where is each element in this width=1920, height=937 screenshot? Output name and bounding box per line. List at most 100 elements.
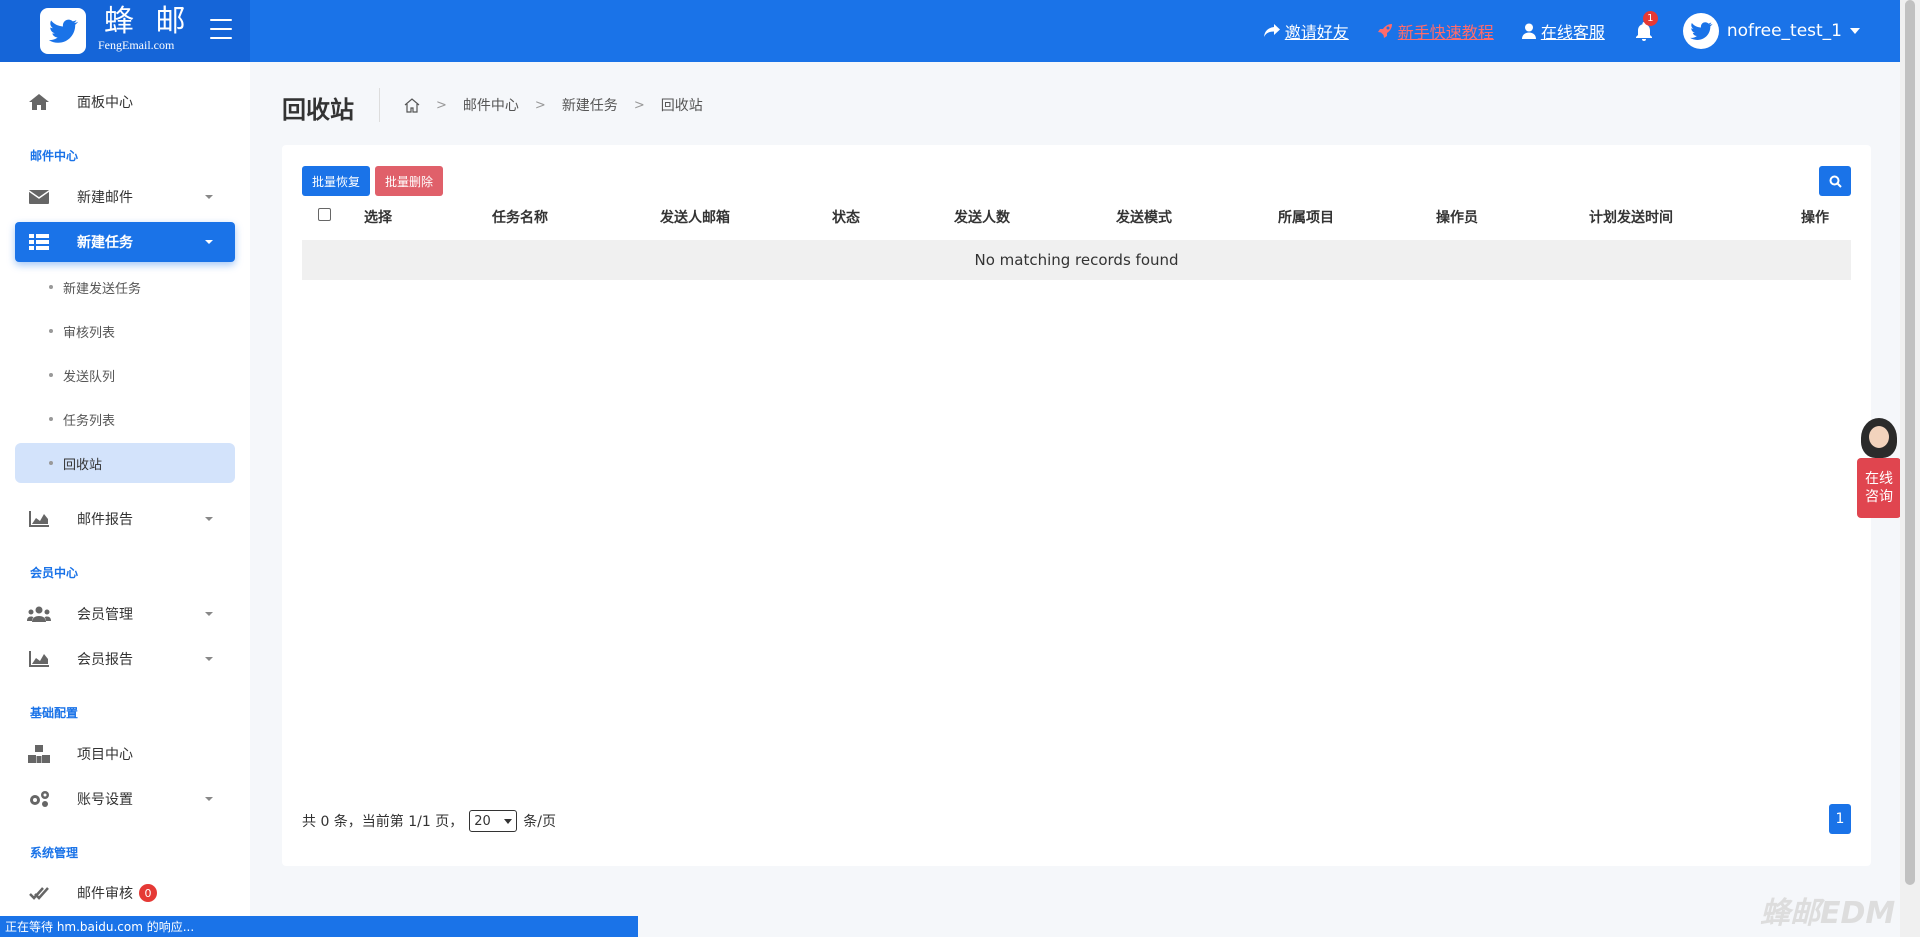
sidebar-item-member-manage[interactable]: 会员管理 xyxy=(15,594,235,634)
column-header: 操作 xyxy=(1801,210,1829,226)
scrollbar-thumb[interactable] xyxy=(1905,0,1915,885)
caret-down-icon xyxy=(205,195,213,199)
header-links: 邀请好友 新手快速教程 在线客服 1 nofree_test_1 xyxy=(1263,0,1860,62)
sidebar-subitem-label: 新建发送任务 xyxy=(63,281,142,297)
sidebar-subitem-review-list[interactable]: 审核列表 xyxy=(15,311,235,351)
column-header[interactable]: 计划发送时间 xyxy=(1589,207,1673,227)
sidebar-item-mail-report[interactable]: 邮件报告 xyxy=(15,499,235,539)
page-size-value: 20 xyxy=(474,813,491,829)
sidebar-item-account-settings[interactable]: 账号设置 xyxy=(15,779,235,819)
breadcrumb-item[interactable]: 邮件中心 xyxy=(463,95,519,115)
caret-down-icon xyxy=(205,797,213,801)
batch-delete-button[interactable]: 批量删除 xyxy=(375,166,444,196)
search-button[interactable] xyxy=(1819,166,1851,196)
column-header[interactable]: 操作员 xyxy=(1436,207,1478,227)
user-menu[interactable]: nofree_test_1 xyxy=(1682,13,1860,49)
watermark: 蜂邮EDM xyxy=(1760,896,1896,931)
avatar xyxy=(1682,13,1719,49)
empty-table-message: No matching records found xyxy=(302,240,1851,280)
rocket-icon xyxy=(1377,24,1392,38)
brand-subtitle: FengEmail.com xyxy=(98,38,175,52)
title-divider xyxy=(379,88,380,122)
sidebar-item-label: 会员管理 xyxy=(77,607,133,623)
section-label-member: 会员中心 xyxy=(30,566,79,580)
brand-area: 蜂 邮 FengEmail.com xyxy=(0,0,250,62)
username: nofree_test_1 xyxy=(1726,21,1842,41)
invite-friends-link[interactable]: 邀请好友 xyxy=(1263,19,1349,43)
page-size-select[interactable]: 20 xyxy=(469,810,518,832)
pagination-info: 共 0 条，当前第 1/1 页， 20 条/页 xyxy=(302,810,556,832)
chevron-right-icon: > xyxy=(633,97,645,113)
batch-restore-button[interactable]: 批量恢复 xyxy=(302,166,371,196)
column-header[interactable]: 所属项目 xyxy=(1278,207,1334,227)
sidebar-item-new-task[interactable]: 新建任务 xyxy=(15,222,235,262)
sidebar-item-label: 项目中心 xyxy=(77,747,133,763)
recycle-bin-card: 批量恢复 批量删除 选择 任务名称 发送人邮箱 状态 发送人数 发送模式 所属项… xyxy=(282,145,1871,866)
sidebar-subitem-label: 回收站 xyxy=(63,457,103,473)
agent-avatar xyxy=(1861,418,1897,458)
home-icon[interactable] xyxy=(404,97,420,113)
online-service-link[interactable]: 在线客服 xyxy=(1521,19,1605,43)
consult-label-line1: 在线 xyxy=(1865,471,1893,487)
envelope-icon xyxy=(27,187,51,207)
sidebar-item-label: 邮件报告 xyxy=(77,512,133,528)
gears-icon xyxy=(27,789,51,809)
sidebar-subitem-recycle-bin[interactable]: 回收站 xyxy=(15,443,235,483)
search-icon xyxy=(1829,175,1842,188)
sidebar-subitem-label: 发送队列 xyxy=(63,369,116,385)
breadcrumb: > 邮件中心 > 新建任务 > 回收站 xyxy=(404,95,703,115)
area-chart-icon xyxy=(27,509,51,529)
table-header: 选择 任务名称 发送人邮箱 状态 发送人数 发送模式 所属项目 操作员 计划发送… xyxy=(302,197,1851,233)
column-header[interactable]: 状态 xyxy=(832,207,860,227)
double-check-icon xyxy=(27,883,51,903)
sidebar-subitem-label: 任务列表 xyxy=(63,413,116,429)
page-scrollbar[interactable] xyxy=(1900,0,1920,937)
review-count-badge: 0 xyxy=(139,884,157,902)
column-header[interactable]: 发送人数 xyxy=(954,207,1010,227)
sidebar-item-project-center[interactable]: 项目中心 xyxy=(15,734,235,774)
select-all-checkbox[interactable] xyxy=(318,208,331,221)
menu-toggle-icon[interactable] xyxy=(210,19,232,39)
chevron-down-icon xyxy=(1850,28,1860,34)
notification-count-badge: 1 xyxy=(1642,11,1658,26)
share-icon xyxy=(1263,24,1280,37)
pagination-summary: 共 0 条，当前第 1/1 页， xyxy=(302,814,464,830)
sidebar-subitem-label: 审核列表 xyxy=(63,325,116,341)
section-label-system: 系统管理 xyxy=(30,846,79,860)
sidebar-item-label: 新建任务 xyxy=(77,235,133,251)
online-consult-widget[interactable]: 在线 咨询 xyxy=(1857,418,1901,518)
list-icon xyxy=(27,232,51,252)
quick-tutorial-link[interactable]: 新手快速教程 xyxy=(1377,19,1494,43)
invite-friends-label: 邀请好友 xyxy=(1284,23,1349,42)
sidebar-item-dashboard[interactable]: 面板中心 xyxy=(15,82,235,122)
browser-status-bar: 正在等待 hm.baidu.com 的响应... xyxy=(0,916,638,937)
cubes-icon xyxy=(27,744,51,764)
area-chart-icon xyxy=(27,649,51,669)
sidebar: 面板中心 邮件中心 新建邮件 新建任务 新建发送任务 审核列表 发送队列 任务列… xyxy=(0,62,250,918)
sidebar-subitem-send-queue[interactable]: 发送队列 xyxy=(15,355,235,395)
column-header[interactable]: 任务名称 xyxy=(492,207,548,227)
caret-down-icon xyxy=(205,240,213,244)
column-header[interactable]: 发送模式 xyxy=(1116,207,1172,227)
online-service-label: 在线客服 xyxy=(1540,23,1605,42)
chevron-down-icon xyxy=(504,819,513,824)
brand-logo[interactable] xyxy=(40,8,86,54)
consult-button[interactable]: 在线 咨询 xyxy=(1857,458,1901,518)
notification-bell[interactable]: 1 xyxy=(1633,11,1658,42)
brand-name: 蜂 邮 xyxy=(104,4,192,39)
sidebar-item-label: 新建邮件 xyxy=(77,190,133,206)
consult-label-line2: 咨询 xyxy=(1865,489,1893,505)
sidebar-item-member-report[interactable]: 会员报告 xyxy=(15,639,235,679)
page-button-current[interactable]: 1 xyxy=(1829,804,1851,834)
sidebar-item-new-mail[interactable]: 新建邮件 xyxy=(15,177,235,217)
column-header: 选择 xyxy=(364,210,392,226)
sidebar-subitem-task-list[interactable]: 任务列表 xyxy=(15,399,235,439)
sidebar-item-mail-review[interactable]: 邮件审核 0 xyxy=(15,873,235,913)
column-header[interactable]: 发送人邮箱 xyxy=(660,207,730,227)
sidebar-subitem-new-send-task[interactable]: 新建发送任务 xyxy=(15,267,235,307)
users-icon xyxy=(27,604,51,624)
caret-down-icon xyxy=(205,612,213,616)
breadcrumb-item[interactable]: 新建任务 xyxy=(562,95,618,115)
caret-down-icon xyxy=(205,517,213,521)
section-label-mail: 邮件中心 xyxy=(30,149,79,163)
